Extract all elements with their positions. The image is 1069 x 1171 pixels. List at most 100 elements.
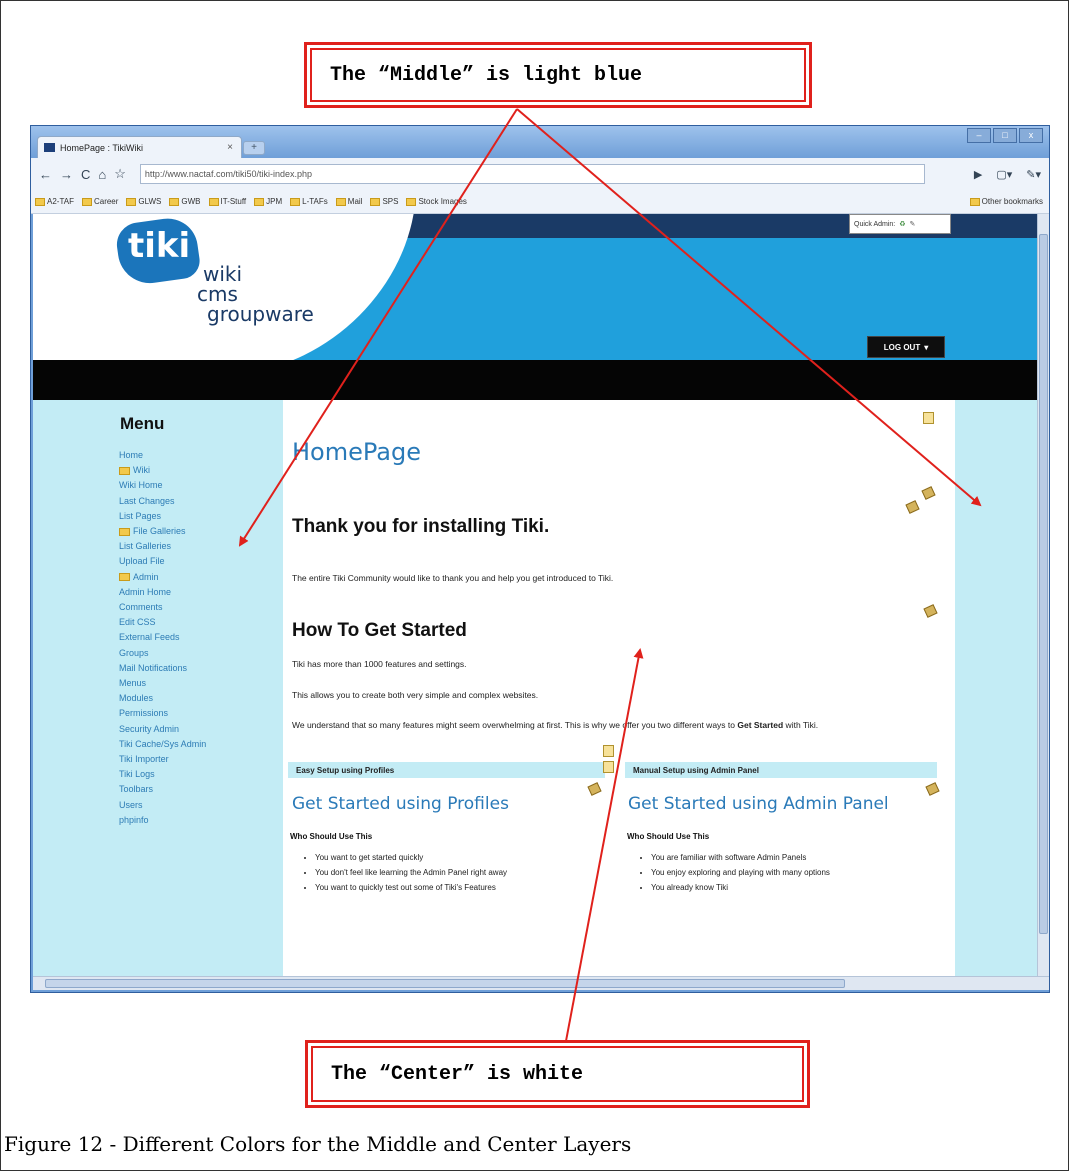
bookmark-item[interactable]: IT-Stuff [208, 197, 246, 206]
page-title: HomePage [292, 438, 421, 466]
bullet-item: You already know Tiki [651, 880, 830, 895]
refresh-icon[interactable]: ♻ [899, 220, 905, 228]
folder-icon [290, 197, 301, 206]
menu-item[interactable]: External Feeds [119, 630, 206, 645]
wrench-icon[interactable]: ✎▾ [1026, 168, 1041, 181]
play-icon[interactable]: ▶ [974, 168, 982, 181]
menu-item[interactable]: phpinfo [119, 813, 206, 828]
horizontal-scrollbar[interactable] [33, 976, 1049, 990]
menu-item-label: Groups [119, 647, 149, 658]
bookmark-label: Mail [347, 197, 363, 206]
menu-item-label: Mail Notifications [119, 662, 188, 673]
url-path: /tiki50/tiki-index.php [232, 169, 312, 179]
menu-item[interactable]: Toolbars [119, 782, 206, 797]
new-tab-button[interactable]: + [243, 141, 265, 155]
edit-icon[interactable] [905, 500, 920, 514]
home-icon[interactable]: ⌂ [98, 167, 106, 182]
chevron-down-icon: ▾ [924, 342, 929, 352]
menu-item[interactable]: Upload File [119, 554, 206, 569]
para-overwhelming: We understand that so many features migh… [292, 720, 818, 730]
menu-item-label: Tiki Logs [119, 769, 155, 780]
scroll-thumb[interactable] [1039, 234, 1048, 934]
menu-item-label: Menus [119, 678, 147, 689]
bullet-item: You are familiar with software Admin Pan… [651, 850, 830, 865]
menu-title: Menu [120, 414, 165, 433]
menu-item[interactable]: Wiki [119, 463, 206, 478]
menu-item[interactable]: Comments [119, 600, 206, 615]
page-icon[interactable] [923, 412, 934, 424]
bookmark-item[interactable]: GLWS [126, 197, 161, 206]
back-icon[interactable]: ← [39, 167, 52, 182]
address-bar[interactable]: http://www.nactaf.com/tiki50/tiki-index.… [139, 164, 925, 184]
menu-item[interactable]: File Galleries [119, 524, 206, 539]
bookmark-item[interactable]: Stock Images [406, 197, 467, 206]
folder-icon [208, 197, 219, 206]
header-black-bar [33, 360, 1037, 400]
folder-icon [119, 527, 130, 536]
bookmark-item[interactable]: GWB [169, 197, 201, 206]
bookmark-label: Career [93, 197, 119, 206]
menu-item[interactable]: Wiki Home [119, 478, 206, 493]
menu-item[interactable]: Menus [119, 676, 206, 691]
folder-icon [406, 197, 417, 206]
logo-line-1: wiki [203, 262, 243, 286]
menu-item[interactable]: Admin [119, 570, 206, 585]
close-window-icon[interactable]: x [1019, 128, 1043, 143]
other-bookmarks[interactable]: Other bookmarks [969, 197, 1043, 206]
menu-item-label: Edit CSS [119, 617, 156, 628]
bookmark-item[interactable]: SPS [370, 197, 398, 206]
menu-item[interactable]: Last Changes [119, 494, 206, 509]
menu-item[interactable]: Modules [119, 691, 206, 706]
page-menu-icon[interactable]: ▢▾ [996, 168, 1012, 181]
para-text-a: We understand that so many features migh… [292, 720, 738, 730]
menu-item[interactable]: Admin Home [119, 585, 206, 600]
title-bar: HomePage : TikiWiki × + – □ x [31, 126, 1049, 158]
admin-panel-title: Get Started using Admin Panel [628, 794, 889, 814]
menu-item-label: Wiki [133, 465, 150, 476]
bookmark-item[interactable]: JPM [254, 197, 282, 206]
edit-icon[interactable] [921, 486, 936, 500]
edit-icon[interactable] [923, 604, 938, 618]
close-tab-icon[interactable]: × [227, 142, 233, 153]
menu-item[interactable]: Tiki Cache/Sys Admin [119, 737, 206, 752]
logout-button[interactable]: LOG OUT ▾ [867, 336, 945, 358]
menu-item[interactable]: Mail Notifications [119, 661, 206, 676]
menu-item[interactable]: Tiki Importer [119, 752, 206, 767]
bookmark-item[interactable]: Career [81, 197, 119, 206]
menu-item-label: Comments [119, 602, 163, 613]
menu-item[interactable]: Tiki Logs [119, 767, 206, 782]
edit-icon[interactable] [925, 782, 940, 796]
bookmark-item[interactable]: A2-TAF [35, 197, 74, 206]
reload-icon[interactable]: C [81, 167, 90, 182]
bookmark-item[interactable]: Mail [335, 197, 363, 206]
browser-tab[interactable]: HomePage : TikiWiki × [37, 136, 242, 158]
bookmark-item[interactable]: L-TAFs [290, 197, 328, 206]
menu-item[interactable]: List Galleries [119, 539, 206, 554]
edit-icon[interactable] [587, 782, 602, 796]
menu-item[interactable]: Groups [119, 646, 206, 661]
menu-item-label: Tiki Importer [119, 754, 169, 765]
figure-caption: Figure 12 - Different Colors for the Mid… [4, 1132, 632, 1156]
how-heading: How To Get Started [292, 620, 467, 641]
page-icon[interactable] [603, 745, 614, 757]
menu-item[interactable]: Edit CSS [119, 615, 206, 630]
wrench-admin-icon[interactable]: ✎ [910, 220, 916, 228]
menu-item-label: phpinfo [119, 814, 149, 825]
forward-icon[interactable]: → [60, 167, 73, 182]
menu-item[interactable]: Permissions [119, 706, 206, 721]
maximize-icon[interactable]: □ [993, 128, 1017, 143]
menu-item[interactable]: Users [119, 798, 206, 813]
vertical-scrollbar[interactable] [1037, 214, 1049, 976]
menu-item-label: Upload File [119, 556, 165, 567]
menu-item[interactable]: List Pages [119, 509, 206, 524]
scroll-thumb[interactable] [45, 979, 845, 988]
minimize-icon[interactable]: – [967, 128, 991, 143]
callout-center-text: The “Center” is white [311, 1046, 804, 1102]
callout-center: The “Center” is white [305, 1040, 810, 1108]
star-icon[interactable]: ☆ [114, 166, 126, 182]
para-websites: This allows you to create both very simp… [292, 690, 539, 700]
menu-item[interactable]: Home [119, 448, 206, 463]
menu-item-label: Security Admin [119, 723, 180, 734]
menu-item[interactable]: Security Admin [119, 722, 206, 737]
page-icon[interactable] [603, 761, 614, 773]
